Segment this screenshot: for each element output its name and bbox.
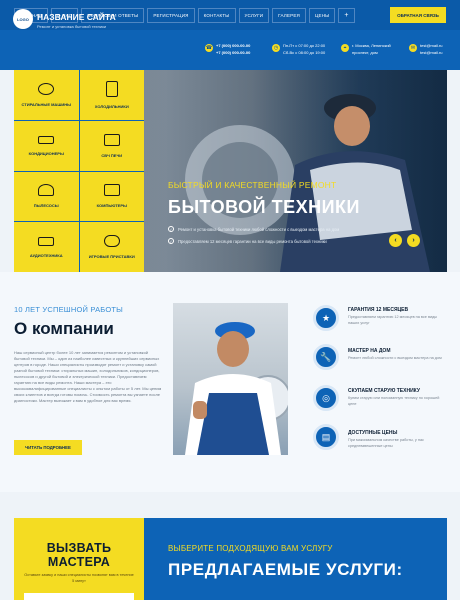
site-title: НАЗВАНИЕ САЙТА	[37, 12, 116, 22]
hero-title: БЫТОВОЙ ТЕХНИКИ	[168, 197, 360, 217]
next-slide-arrow-icon[interactable]: ›	[407, 234, 420, 247]
nav-contacts[interactable]: КОНТАКТЫ	[197, 7, 236, 23]
feature-title-prices: ДОСТУПНЫЕ ЦЕНЫ	[348, 430, 398, 436]
email-1[interactable]: test@mail.ru	[420, 43, 443, 49]
wallet-icon: ▤	[313, 424, 339, 450]
category-label: СВЧ ПЕЧИ	[101, 152, 123, 158]
computer-icon	[103, 184, 120, 197]
gamepad-icon	[103, 235, 120, 248]
call-master-text: Оставьте заявку и наши специалисты позво…	[24, 573, 134, 583]
microwave-icon	[103, 133, 120, 146]
services-subtitle: ВЫБЕРИТЕ ПОДХОДЯЩУЮ ВАМ УСЛУГУ	[168, 544, 333, 553]
prev-slide-arrow-icon[interactable]: ‹	[389, 234, 402, 247]
category-game-consoles[interactable]: ИГРОВЫЕ ПРИСТАВКИ	[79, 222, 144, 272]
wrench-icon: 🔧	[313, 344, 339, 370]
site-subtitle: Ремонт и установка бытовой техники	[37, 24, 107, 29]
feature-text-home-master: Ремонт любой сложности с выездом мастера…	[348, 356, 442, 360]
call-master-input[interactable]	[24, 593, 134, 600]
hero-bullet-1: ✓ Ремонт и установка бытовой техники любо…	[168, 226, 339, 232]
read-more-button[interactable]: ЧИТАТЬ ПОДРОБНЕЕ	[14, 440, 82, 455]
aircon-icon	[38, 135, 55, 144]
about-text: Наш сервисный центр более 10 лет занимае…	[14, 350, 162, 403]
feature-title-home-master: МАСТЕР НА ДОМ	[348, 348, 391, 354]
category-audio[interactable]: АУДИОТЕХНИКА	[14, 222, 79, 272]
about-title: О компании	[14, 319, 114, 338]
location-icon: ⌖	[341, 44, 349, 52]
hero-bullet-text: Ремонт и установка бытовой техники любой…	[178, 226, 340, 232]
feature-text-buy-old: Купим старую или поломанную технику по х…	[348, 396, 440, 406]
vacuum-icon	[38, 184, 55, 197]
category-label: КОНДИЦИОНЕРЫ	[28, 150, 64, 156]
address-line-1: г. Москва, Ленинский	[352, 43, 391, 48]
hero-bullet-2: ✓ Предоставляем 12 месяцев гарантии на вс…	[168, 238, 327, 244]
feature-title-warranty: ГАРАНТИЯ 12 МЕСЯЦЕВ	[348, 307, 409, 313]
technician-photo-illustration	[185, 322, 291, 455]
category-microwaves[interactable]: СВЧ ПЕЧИ	[79, 120, 144, 171]
nav-registration[interactable]: РЕГИСТРАЦИЯ	[147, 7, 195, 23]
technician-photo	[173, 303, 291, 455]
phone-icon: ☎	[205, 44, 213, 52]
services-section	[144, 518, 447, 600]
category-grid: СТИРАЛЬНЫЕ МАШИНЫ ХОЛОДИЛЬНИКИ КОНДИЦИОН…	[14, 70, 144, 272]
callback-button[interactable]: ОБРАТНАЯ СВЯЗЬ	[390, 7, 446, 23]
phone-1[interactable]: +7 (000) 000-00-00	[216, 43, 250, 49]
services-title: ПРЕДЛАГАЕМЫЕ УСЛУГИ:	[168, 560, 403, 579]
fridge-icon	[105, 80, 118, 97]
category-label: АУДИОТЕХНИКА	[29, 252, 63, 258]
hero-subtitle: БЫСТРЫЙ И КАЧЕСТВЕННЫЙ РЕМОНТ	[168, 180, 337, 190]
medal-icon: ★	[313, 305, 339, 331]
plus-icon[interactable]: +	[338, 7, 355, 23]
audio-icon	[38, 236, 55, 246]
call-master-title: ВЫЗВАТЬ МАСТЕРА	[46, 541, 112, 569]
about-subtitle: 10 ЛЕТ УСПЕШНОЙ РАБОТЫ	[14, 305, 123, 314]
hours-weekend: Сб-Вс с 08:00 до 19:00	[283, 50, 326, 55]
hours-weekdays: Пн-Пт с 07:00 до 22:00	[283, 43, 326, 48]
washer-icon: ◎	[313, 385, 339, 411]
category-label: СТИРАЛЬНЫЕ МАШИНЫ	[21, 101, 72, 107]
address-line-2: проспект, дом	[352, 50, 378, 55]
nav-services[interactable]: УСЛУГИ	[238, 7, 270, 23]
category-vacuums[interactable]: ПЫЛЕСОСЫ	[14, 171, 79, 222]
category-label: ИГРОВЫЕ ПРИСТАВКИ	[88, 254, 135, 260]
hero-bullet-text: Предоставляем 12 месяцев гарантии на все…	[178, 238, 327, 244]
email-2[interactable]: test@mail.ru	[420, 50, 443, 56]
phone-2[interactable]: +7 (000) 000-00-00	[216, 50, 250, 56]
nav-prices[interactable]: ЦЕНЫ	[309, 7, 336, 23]
feature-text-warranty: Предоставляем гарантию 12 месяцев на все…	[348, 315, 438, 325]
category-label: КОМПЬЮТЕРЫ	[96, 203, 127, 209]
feature-text-prices: При максимальном качестве работы, у нас …	[348, 438, 424, 448]
category-washing-machines[interactable]: СТИРАЛЬНЫЕ МАШИНЫ	[14, 70, 79, 120]
category-computers[interactable]: КОМПЬЮТЕРЫ	[79, 171, 144, 222]
category-label: ПЫЛЕСОСЫ	[33, 203, 59, 209]
clock-icon: ◷	[272, 44, 280, 52]
washer-icon	[38, 82, 55, 95]
mail-icon: ✉	[409, 44, 417, 52]
category-air-conditioners[interactable]: КОНДИЦИОНЕРЫ	[14, 120, 79, 171]
category-label: ХОЛОДИЛЬНИКИ	[94, 103, 129, 109]
check-icon: ✓	[168, 226, 174, 232]
logo[interactable]: LOGO	[13, 9, 33, 29]
category-fridges[interactable]: ХОЛОДИЛЬНИКИ	[79, 70, 144, 120]
nav-gallery[interactable]: ГАЛЕРЕЯ	[272, 7, 306, 23]
check-icon: ✓	[168, 238, 174, 244]
feature-title-buy-old: СКУПАЕМ СТАРУЮ ТЕХНИКУ	[348, 388, 420, 394]
